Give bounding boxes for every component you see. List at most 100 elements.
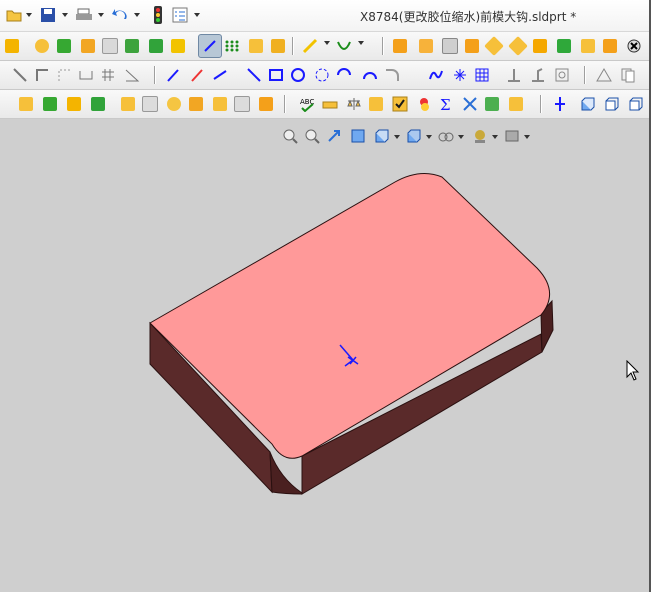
hide-show-dropdown-icon[interactable] xyxy=(458,135,464,139)
hide-show-icon[interactable] xyxy=(436,126,456,146)
measure-icon[interactable] xyxy=(320,94,340,114)
split-line-icon[interactable] xyxy=(40,94,60,114)
rib-icon[interactable] xyxy=(146,36,166,56)
mold-tool-icon[interactable] xyxy=(390,36,410,56)
angle-icon[interactable] xyxy=(122,65,142,85)
options-icon[interactable] xyxy=(170,5,190,25)
spline-icon[interactable] xyxy=(426,65,446,85)
tooling-split-icon[interactable] xyxy=(484,36,504,56)
surface-icon[interactable] xyxy=(530,36,550,56)
ruled-surface-icon[interactable] xyxy=(554,36,574,56)
move-face-icon[interactable] xyxy=(16,94,36,114)
delete-face-icon[interactable] xyxy=(624,36,644,56)
sketch-grid-icon[interactable] xyxy=(98,65,118,85)
zoom-area-icon[interactable] xyxy=(302,126,322,146)
core-cavity-icon[interactable] xyxy=(164,94,184,114)
mass-properties-icon[interactable] xyxy=(344,94,364,114)
print-dropdown-icon[interactable] xyxy=(98,13,104,17)
line-icon[interactable] xyxy=(244,65,264,85)
save-dropdown-icon[interactable] xyxy=(62,13,68,17)
spelling-icon[interactable]: ABC xyxy=(298,94,318,114)
statistics-icon[interactable] xyxy=(460,94,480,114)
view-orientation-icon[interactable] xyxy=(372,126,392,146)
combine-icon[interactable] xyxy=(210,94,230,114)
scene-dropdown-icon[interactable] xyxy=(524,135,530,139)
view-cube-front-icon[interactable] xyxy=(578,94,598,114)
open-icon[interactable] xyxy=(4,5,24,25)
view-cube-top-icon[interactable] xyxy=(626,94,646,114)
scale-icon[interactable] xyxy=(88,94,108,114)
rectangle-icon[interactable] xyxy=(266,65,286,85)
options-dropdown-icon[interactable] xyxy=(194,13,200,17)
trim-icon[interactable] xyxy=(504,65,524,85)
graphics-area[interactable] xyxy=(0,150,651,592)
open-dropdown-icon[interactable] xyxy=(26,13,32,17)
corner-rectangle-icon[interactable] xyxy=(32,65,52,85)
warning-icon[interactable] xyxy=(594,65,614,85)
display-style-icon[interactable] xyxy=(404,126,424,146)
cavity-icon[interactable] xyxy=(140,94,160,114)
fillet-icon[interactable] xyxy=(168,36,188,56)
equations-icon[interactable] xyxy=(482,94,502,114)
smart-dimension-icon[interactable] xyxy=(268,36,288,56)
view-cube-iso-icon[interactable] xyxy=(602,94,622,114)
pattern-icon[interactable] xyxy=(122,36,142,56)
view-orientation-dropdown-icon[interactable] xyxy=(394,135,400,139)
dome-icon[interactable] xyxy=(232,94,252,114)
draft-icon[interactable] xyxy=(64,94,84,114)
appearance-icon[interactable] xyxy=(470,126,490,146)
wrap-icon[interactable] xyxy=(256,94,276,114)
sketch-text-icon[interactable] xyxy=(472,65,492,85)
section-properties-icon[interactable] xyxy=(366,94,386,114)
appearance-dropdown-icon[interactable] xyxy=(492,135,498,139)
point-icon[interactable] xyxy=(450,65,470,85)
scene-icon[interactable] xyxy=(502,126,522,146)
reference-geometry-icon[interactable] xyxy=(300,36,320,56)
intersect-icon[interactable] xyxy=(186,94,206,114)
rebuild-icon[interactable] xyxy=(148,5,168,25)
curve-dropdown-icon[interactable] xyxy=(358,41,364,45)
mirror-icon[interactable] xyxy=(552,65,572,85)
extrude-icon[interactable] xyxy=(2,36,22,56)
fill-surface-icon[interactable] xyxy=(578,36,598,56)
reference-axis-icon[interactable] xyxy=(550,94,570,114)
offset-entities-icon[interactable] xyxy=(76,65,96,85)
fillet-sketch-icon[interactable] xyxy=(382,65,402,85)
undo-icon[interactable] xyxy=(110,5,130,25)
construction-geometry-icon[interactable] xyxy=(54,65,74,85)
reference-geometry-dropdown-icon[interactable] xyxy=(324,41,330,45)
assembly-icon[interactable] xyxy=(246,36,266,56)
core-icon[interactable] xyxy=(508,36,528,56)
insert-part-icon[interactable] xyxy=(118,94,138,114)
zoom-to-fit-icon[interactable] xyxy=(280,126,300,146)
performance-icon[interactable] xyxy=(414,94,434,114)
macro-icon[interactable] xyxy=(506,94,526,114)
grid-icon[interactable] xyxy=(222,36,242,56)
check-icon[interactable] xyxy=(390,94,410,114)
sketch-icon[interactable] xyxy=(198,34,222,58)
centerpoint-arc-icon[interactable] xyxy=(360,65,380,85)
sweep-icon[interactable] xyxy=(54,36,74,56)
revolve-icon[interactable] xyxy=(32,36,52,56)
edit-sketch-icon[interactable] xyxy=(164,65,184,85)
section-view-icon[interactable] xyxy=(348,126,368,146)
copy-entities-icon[interactable] xyxy=(618,65,638,85)
curve-icon[interactable] xyxy=(334,36,354,56)
save-icon[interactable] xyxy=(38,5,58,25)
undo-dropdown-icon[interactable] xyxy=(134,13,140,17)
sum-icon[interactable]: Σ xyxy=(436,94,456,114)
shell-icon[interactable] xyxy=(100,36,120,56)
loft-icon[interactable] xyxy=(78,36,98,56)
perimeter-circle-icon[interactable] xyxy=(312,65,332,85)
shut-off-surface-icon[interactable] xyxy=(440,36,460,56)
parting-surface-icon[interactable] xyxy=(462,36,482,56)
extend-icon[interactable] xyxy=(528,65,548,85)
display-style-dropdown-icon[interactable] xyxy=(426,135,432,139)
smart-dimension-sketch-icon[interactable] xyxy=(210,65,230,85)
3d-sketch-icon[interactable] xyxy=(188,65,208,85)
parting-line-icon[interactable] xyxy=(416,36,436,56)
tangent-arc-icon[interactable] xyxy=(334,65,354,85)
circle-icon[interactable] xyxy=(288,65,308,85)
centerline-icon[interactable] xyxy=(10,65,30,85)
print-icon[interactable] xyxy=(74,5,94,25)
